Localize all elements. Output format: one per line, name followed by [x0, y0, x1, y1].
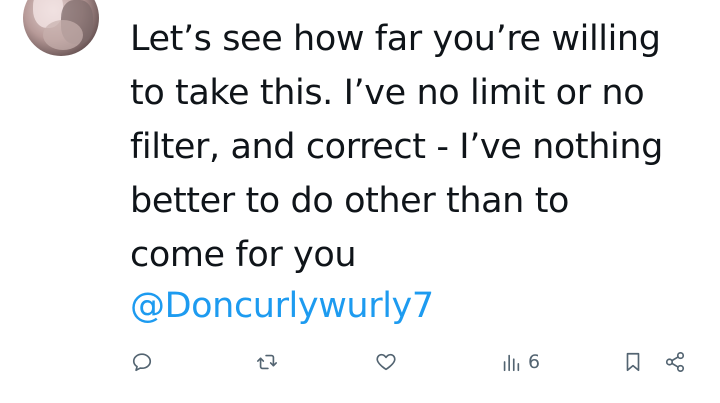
tweet-line: better to do other than to	[130, 181, 570, 221]
tweet-action-bar: 6	[0, 340, 720, 384]
heart-icon	[376, 353, 396, 371]
tweet-header-cropped	[130, 0, 690, 4]
display-name-fragment	[130, 0, 320, 4]
tweet-line: to take this. I’ve no limit or no	[130, 73, 645, 113]
avatar[interactable]	[23, 0, 99, 56]
views-icon	[503, 354, 520, 372]
bookmark-icon	[626, 352, 640, 372]
avatar-photo-detail	[43, 20, 83, 50]
share-icon	[665, 352, 685, 372]
reply-button[interactable]	[131, 348, 159, 376]
tweet-line: Let’s see how far you’re willing	[130, 19, 661, 59]
retweet-button[interactable]	[256, 348, 284, 376]
reply-icon	[132, 353, 152, 372]
views-button[interactable]: 6	[500, 348, 540, 376]
header-meta-fragment	[625, 0, 695, 4]
views-count: 6	[528, 351, 541, 373]
tweet-line: filter, and correct - I’ve nothing	[130, 127, 663, 167]
tweet-line: come for you	[130, 235, 357, 275]
tweet-body: Let’s see how far you’re willing to take…	[130, 12, 710, 282]
share-button[interactable]	[664, 348, 686, 376]
like-button[interactable]	[375, 348, 403, 376]
mention-link[interactable]: @Doncurlywurly7	[130, 282, 434, 330]
bookmark-button[interactable]	[622, 348, 644, 376]
retweet-icon	[257, 354, 277, 370]
